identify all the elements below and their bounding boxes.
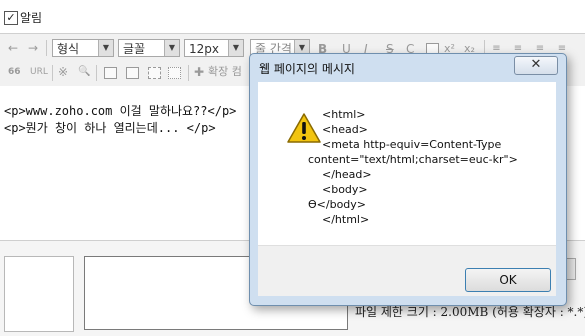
message-line: <head> xyxy=(322,123,368,136)
undo-icon[interactable]: ← xyxy=(6,40,20,56)
plus-icon: ✚ xyxy=(194,65,205,79)
image-box-icon[interactable] xyxy=(104,67,117,79)
dialog-footer: OK xyxy=(258,245,556,296)
editor-line: <p>www.zoho.com 이걸 말하나요??</p> xyxy=(4,104,237,118)
quote-icon[interactable]: 66 xyxy=(8,64,21,80)
message-line: content="text/html;charset=euc-kr"> xyxy=(308,153,518,166)
close-icon: ✕ xyxy=(530,57,542,72)
message-line: </head> xyxy=(322,168,372,181)
font-size-select[interactable]: 12px ▼ xyxy=(184,39,244,57)
format-select[interactable]: 형식 ▼ xyxy=(52,39,114,57)
warning-icon xyxy=(287,113,321,143)
message-line: <body> xyxy=(322,183,368,196)
close-button[interactable]: ✕ xyxy=(514,56,558,75)
chevron-down-icon: ▼ xyxy=(164,40,179,56)
thumbnail-preview xyxy=(4,256,74,332)
insert-row-icon[interactable] xyxy=(148,67,161,79)
message-dialog: 웹 페이지의 메시지 ✕ <html> <head> <meta http-eq… xyxy=(249,53,567,306)
toolbar-separator xyxy=(52,65,53,81)
chevron-down-icon: ▼ xyxy=(228,40,243,56)
font-select-value: 글꼴 xyxy=(123,42,146,56)
toolbar-separator xyxy=(46,40,47,56)
toolbar-separator xyxy=(188,65,189,81)
redo-icon[interactable]: → xyxy=(26,40,40,56)
notice-label: 알림 xyxy=(20,11,43,25)
insert-column-icon[interactable] xyxy=(168,67,181,79)
special-character-icon[interactable]: ※ xyxy=(58,64,68,80)
toolbar-separator xyxy=(96,65,97,81)
ok-button[interactable]: OK xyxy=(465,268,551,292)
chevron-down-icon: ▼ xyxy=(98,40,113,56)
font-size-select-value: 12px xyxy=(189,42,219,56)
url-link-button[interactable]: URL xyxy=(30,65,48,79)
message-line: <html> xyxy=(322,108,366,121)
editor-line: <p>뭔가 창이 하나 열리는데... </p> xyxy=(4,121,216,135)
message-line: <meta http-equiv=Content-Type xyxy=(322,138,502,151)
notice-checkbox[interactable]: ✓ xyxy=(4,11,18,25)
format-select-value: 형식 xyxy=(57,42,80,56)
notice-row xyxy=(0,0,585,34)
message-line: Ɵ</body> xyxy=(308,198,367,211)
dialog-body: <html> <head> <meta http-equiv=Content-T… xyxy=(258,82,556,245)
dialog-title: 웹 페이지의 메시지 xyxy=(259,62,355,76)
extension-component-button[interactable]: 확장 컴 xyxy=(208,65,242,79)
font-select[interactable]: 글꼴 ▼ xyxy=(118,39,180,57)
table-icon[interactable] xyxy=(126,67,139,79)
search-icon[interactable]: 🔍 xyxy=(78,64,90,80)
message-line: </html> xyxy=(322,213,370,226)
